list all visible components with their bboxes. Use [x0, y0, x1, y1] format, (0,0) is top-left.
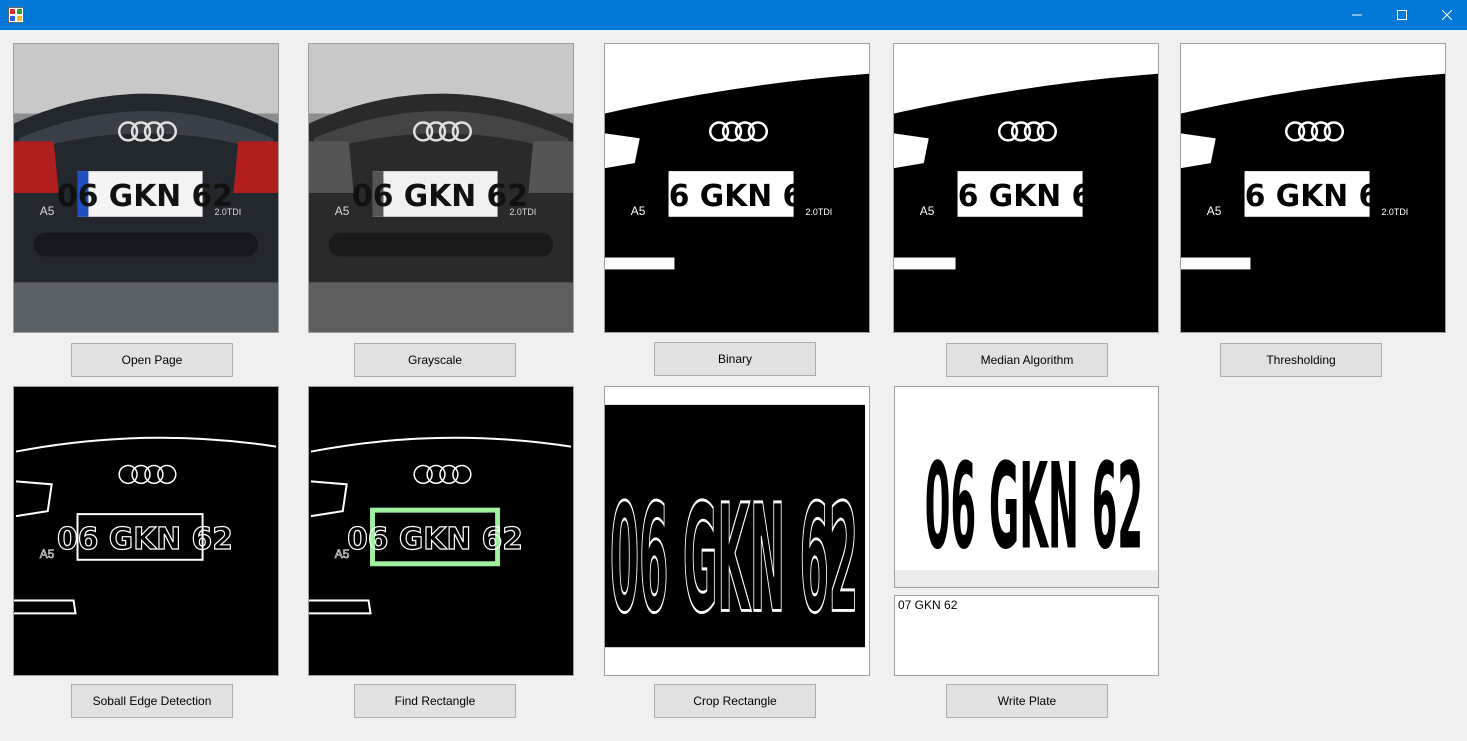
plate-text: 06 GKN 62	[57, 522, 233, 557]
engine-badge: 2.0TDI	[214, 207, 241, 217]
find-rectangle-button[interactable]: Find Rectangle	[354, 684, 516, 718]
model-badge: A5	[335, 547, 350, 561]
sobel-edge-detection-button[interactable]: Soball Edge Detection	[71, 684, 233, 718]
minimize-icon	[1352, 14, 1362, 16]
write-plate-button[interactable]: Write Plate	[946, 684, 1108, 718]
plate-text: 06 GKN 62	[648, 179, 824, 214]
model-badge: A5	[631, 204, 646, 218]
plate-text: 06 GKN 62	[937, 179, 1113, 214]
plate-text: 06 GKN 62	[610, 473, 858, 646]
model-badge: A5	[920, 204, 935, 218]
threshold-image: 06 GKN 62 A5 2.0TDI	[1180, 43, 1446, 333]
grayscale-image: 06 GKN 62 A5 2.0TDI	[308, 43, 574, 333]
find-rectangle-image: 06 GKN 62 A5	[308, 386, 574, 676]
title-bar	[0, 0, 1467, 30]
original-image: 06 GKN 62 A5 2.0TDI	[13, 43, 279, 333]
maximize-icon	[1397, 10, 1407, 20]
close-icon	[1442, 10, 1452, 20]
binary-button[interactable]: Binary	[654, 342, 816, 376]
engine-badge: 2.0TDI	[509, 207, 536, 217]
close-button[interactable]	[1424, 0, 1467, 30]
maximize-button[interactable]	[1379, 0, 1425, 30]
grayscale-button[interactable]: Grayscale	[354, 343, 516, 377]
median-algorithm-button[interactable]: Median Algorithm	[946, 343, 1108, 377]
plate-text: 06 GKN 62	[347, 522, 523, 557]
edge-detection-image: 06 GKN 62 A5	[13, 386, 279, 676]
model-badge: A5	[1207, 204, 1222, 218]
app-icon	[8, 7, 24, 23]
median-image: 06 GKN 62 A5	[893, 43, 1159, 333]
minimize-button[interactable]	[1334, 0, 1380, 30]
model-badge: A5	[40, 204, 55, 218]
plate-text: 06 GKN 62	[925, 439, 1143, 577]
binary-image: 06 GKN 62 A5 2.0TDI	[604, 43, 870, 333]
model-badge: A5	[335, 204, 350, 218]
crop-rectangle-button[interactable]: Crop Rectangle	[654, 684, 816, 718]
plate-text: 06 GKN 62	[57, 179, 233, 214]
cropped-plate-image: 06 GKN 62	[604, 386, 870, 676]
plate-ocr-image: 06 GKN 62	[894, 386, 1159, 588]
plate-text: 06 GKN 62	[352, 179, 528, 214]
open-page-button[interactable]: Open Page	[71, 343, 233, 377]
model-badge: A5	[40, 547, 55, 561]
engine-badge: 2.0TDI	[805, 207, 832, 217]
engine-badge: 2.0TDI	[1381, 207, 1408, 217]
plate-text: 06 GKN 62	[1224, 179, 1400, 214]
thresholding-button[interactable]: Thresholding	[1220, 343, 1382, 377]
plate-result-textbox[interactable]: 07 GKN 62	[894, 595, 1159, 676]
